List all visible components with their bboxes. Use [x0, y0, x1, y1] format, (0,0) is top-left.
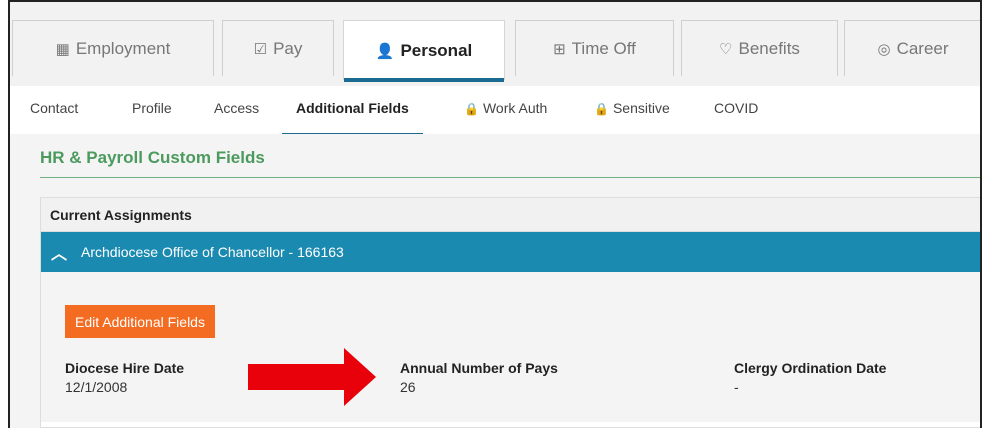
person-icon: 👤: [375, 42, 395, 60]
section-divider: [40, 177, 982, 178]
heart-icon: ♡: [719, 40, 733, 58]
tab-benefits[interactable]: ♡ Benefits: [681, 20, 838, 76]
field-value: 12/1/2008: [65, 379, 128, 395]
red-arrow-icon: [248, 348, 376, 406]
tab-pay[interactable]: ☑ Pay: [222, 20, 334, 76]
tab-personal[interactable]: 👤 Personal: [343, 20, 505, 82]
chevron-up-icon[interactable]: ︿: [51, 240, 67, 264]
assignment-body: Edit Additional Fields Diocese Hire Date…: [41, 272, 982, 422]
lock-icon: 🔒: [464, 102, 479, 116]
field-value: 26: [400, 379, 416, 395]
lock-icon: 🔒: [594, 102, 609, 116]
content-area: HR & Payroll Custom Fields Current Assig…: [10, 134, 982, 428]
subnav-work-auth[interactable]: 🔒 Work Auth: [464, 100, 547, 116]
field-label: Clergy Ordination Date: [734, 360, 887, 376]
target-icon: ◎: [877, 40, 891, 58]
subnav-access[interactable]: Access: [214, 100, 259, 116]
edit-additional-fields-button[interactable]: Edit Additional Fields: [65, 305, 215, 338]
sub-navigation: Contact Profile Access Additional Fields…: [10, 86, 982, 136]
assignments-card: Current Assignments ︿ Archdiocese Office…: [40, 197, 982, 428]
assignment-header[interactable]: ︿ Archdiocese Office of Chancellor - 166…: [41, 232, 982, 272]
subnav-sensitive[interactable]: 🔒 Sensitive: [594, 100, 670, 116]
tab-label: Time Off: [571, 38, 636, 58]
field-label: Diocese Hire Date: [65, 360, 185, 376]
subnav-contact[interactable]: Contact: [30, 100, 78, 116]
subnav-additional-fields[interactable]: Additional Fields: [282, 100, 423, 136]
tab-employment[interactable]: ▦ Employment: [12, 20, 214, 76]
tab-time-off[interactable]: ⊞ Time Off: [515, 20, 674, 76]
subnav-profile[interactable]: Profile: [132, 100, 172, 116]
card-header: Current Assignments: [41, 198, 982, 232]
calendar-grid-icon: ⊞: [553, 40, 566, 58]
tab-label: Pay: [273, 38, 303, 58]
building-icon: ▦: [55, 40, 70, 58]
subnav-label: Work Auth: [482, 100, 548, 116]
field-clergy-ordination-date: Clergy Ordination Date -: [734, 360, 886, 395]
section-title: HR & Payroll Custom Fields: [40, 148, 265, 167]
subnav-label: Sensitive: [612, 100, 670, 116]
assignment-title: Archdiocese Office of Chancellor - 16616…: [81, 244, 344, 260]
tab-career[interactable]: ◎ Career: [844, 20, 982, 76]
check-document-icon: ☑: [253, 40, 268, 58]
tab-label: Benefits: [738, 38, 800, 58]
main-tabbar: ▦ Employment ☑ Pay 👤 Personal ⊞ Time Off…: [10, 0, 982, 88]
field-label: Annual Number of Pays: [400, 360, 558, 376]
subnav-covid[interactable]: COVID: [714, 100, 758, 116]
field-annual-number-of-pays: Annual Number of Pays 26: [400, 360, 558, 395]
tab-label: Career: [896, 38, 949, 58]
tab-label: Personal: [400, 40, 473, 60]
tab-label: Employment: [75, 38, 171, 58]
field-value: -: [734, 379, 739, 395]
field-diocese-hire-date: Diocese Hire Date 12/1/2008: [65, 360, 184, 395]
